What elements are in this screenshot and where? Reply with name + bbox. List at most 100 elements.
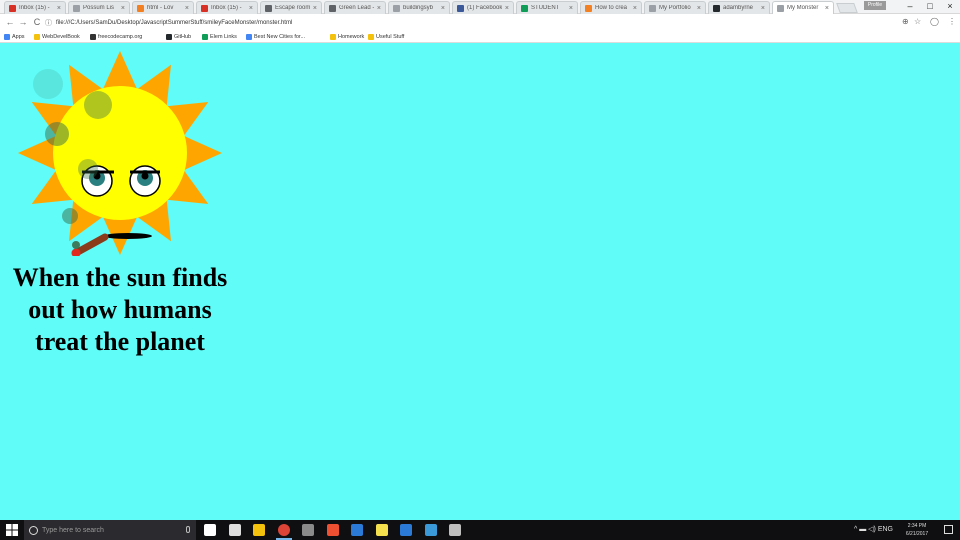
maximize-button[interactable]: □ <box>920 0 940 12</box>
browser-tab[interactable]: My Monster × <box>772 1 834 14</box>
git-icon[interactable] <box>326 524 339 536</box>
tab-title: My Monster <box>787 5 819 11</box>
task-view-icon[interactable] <box>204 524 216 536</box>
omnibox[interactable]: ⓘ file:///C:/Users/SamDu/Desktop/Javascr… <box>45 17 905 28</box>
browser-tab[interactable]: Possum Lis × <box>68 1 130 14</box>
bookmark-icon <box>246 34 252 40</box>
bookmark-label: Best New Cities for... <box>254 34 306 40</box>
tab-close-icon[interactable]: × <box>249 5 253 12</box>
paint-icon[interactable] <box>400 524 412 536</box>
profile-button[interactable]: Profile <box>864 1 886 10</box>
tab-close-icon[interactable]: × <box>377 5 381 12</box>
smoke-puff <box>84 91 112 119</box>
visual-studio-icon[interactable] <box>351 524 363 536</box>
tab-close-icon[interactable]: × <box>633 5 637 12</box>
url-text[interactable]: file:///C:/Users/SamDu/Desktop/Javascrip… <box>56 20 292 26</box>
tab-favicon-icon <box>9 4 16 12</box>
tab-favicon-icon <box>201 4 208 12</box>
tab-close-icon[interactable]: × <box>569 5 573 12</box>
smoke-puff <box>45 122 69 146</box>
tab-close-icon[interactable]: × <box>185 5 189 12</box>
taskbar-clock[interactable]: 2:34 PM 6/21/2017 <box>896 522 938 538</box>
browser-tab[interactable]: (1) Facebook × <box>452 1 514 14</box>
bookmark-star-icon[interactable]: ☆ <box>914 16 921 28</box>
browser-tab[interactable]: My Portfolio × <box>644 1 706 14</box>
tab-title: My Portfolio <box>659 5 691 11</box>
reload-button[interactable]: C <box>31 16 43 28</box>
browser-tab-strip: Profile – □ × Inbox (15) - × Possum Lis × ht… <box>0 0 960 14</box>
taskbar-search-box[interactable]: Type here to search <box>24 520 196 540</box>
tab-title: adambyrne <box>723 5 754 11</box>
browser-tab[interactable]: How to crea × <box>580 1 642 14</box>
tab-close-icon[interactable]: × <box>441 5 445 12</box>
browser-tab[interactable]: Inbox (15) - × <box>4 1 66 14</box>
extension-icon[interactable]: ◯ <box>930 16 939 28</box>
zoom-icon[interactable]: ⊕ <box>902 16 909 28</box>
sun-face <box>53 86 187 220</box>
sticky-notes-icon[interactable] <box>375 524 388 536</box>
tab-favicon-icon <box>521 4 528 12</box>
tab-title: (1) Facebook <box>467 5 502 11</box>
close-window-button[interactable]: × <box>940 0 960 12</box>
browser-tab[interactable]: Inbox (15) - × <box>196 1 258 14</box>
new-tab-button[interactable] <box>836 3 858 13</box>
bookmark-item[interactable]: Homework <box>330 33 364 41</box>
clock-date: 6/21/2017 <box>905 531 929 537</box>
browser-tab[interactable]: adambyrne × <box>708 1 770 14</box>
tab-title: How to crea <box>595 5 628 11</box>
bookmark-item[interactable]: Best New Cities for... <box>246 33 305 41</box>
smoke-puff <box>78 159 98 179</box>
windows-taskbar: Type here to search ^ ▬ ◁) ENG 2:34 PM 6… <box>0 520 960 540</box>
chrome-icon[interactable] <box>275 524 292 540</box>
cortana-icon <box>29 525 38 535</box>
back-button[interactable]: ← <box>4 16 16 28</box>
settings-app-icon[interactable] <box>449 524 461 536</box>
tab-favicon-icon <box>713 4 720 12</box>
browser-tab[interactable]: STUDENT × <box>516 1 578 14</box>
right-eye-pupil <box>141 172 149 180</box>
action-center-icon[interactable] <box>944 525 953 534</box>
tab-title: buildingsyb <box>403 5 434 11</box>
people-icon[interactable] <box>228 524 241 536</box>
tab-favicon-icon <box>137 4 144 12</box>
mouth <box>104 233 152 239</box>
tab-favicon-icon <box>457 4 464 12</box>
tab-close-icon[interactable]: × <box>761 5 765 12</box>
tab-favicon-icon <box>585 4 592 12</box>
tab-favicon-icon <box>393 4 400 12</box>
tab-close-icon[interactable]: × <box>825 5 829 12</box>
page-caption: When the sun finds out how humans treat … <box>12 263 228 356</box>
tab-title: Possum Lis <box>83 5 115 11</box>
bookmark-icon <box>368 34 374 40</box>
address-bar-row: ← → C ⓘ file:///C:/Users/SamDu/Desktop/J… <box>0 14 960 31</box>
forward-button[interactable]: → <box>17 16 29 28</box>
sun-drawing <box>18 51 222 256</box>
bookmark-label: Homework <box>338 34 365 40</box>
tab-favicon-icon <box>649 4 656 12</box>
notepad-icon[interactable] <box>302 524 314 536</box>
browser-tab[interactable]: Escape rooms × <box>260 1 322 14</box>
tab-title: Inbox (15) - <box>211 5 242 11</box>
windows-start-icon[interactable] <box>6 524 18 536</box>
tab-close-icon[interactable]: × <box>57 5 61 12</box>
system-tray[interactable]: ^ ▬ ◁) ENG <box>854 524 893 536</box>
browser-tab[interactable]: Green Lead - × <box>324 1 386 14</box>
tab-close-icon[interactable]: × <box>121 5 125 12</box>
page-info-icon[interactable]: ⓘ <box>45 18 52 28</box>
file-explorer-icon[interactable] <box>253 524 265 536</box>
minimize-button[interactable]: – <box>900 0 920 12</box>
tab-close-icon[interactable]: × <box>313 5 317 12</box>
search-placeholder: Type here to search <box>42 526 104 534</box>
tab-close-icon[interactable]: × <box>697 5 701 12</box>
browser-tab[interactable]: buildingsyb × <box>388 1 450 14</box>
microphone-icon[interactable] <box>186 526 190 533</box>
tab-title: html - Lov <box>147 5 174 11</box>
tab-close-icon[interactable]: × <box>505 5 509 12</box>
bookmark-item[interactable]: Useful Stuff <box>368 33 404 41</box>
menu-icon[interactable]: ⋮ <box>948 16 956 28</box>
bookmark-icon <box>330 34 336 40</box>
tab-favicon-icon <box>777 4 784 12</box>
tab-title: Escape rooms <box>275 5 310 11</box>
browser-tab[interactable]: html - Lov × <box>132 1 194 14</box>
layers-app-icon[interactable] <box>424 524 437 536</box>
